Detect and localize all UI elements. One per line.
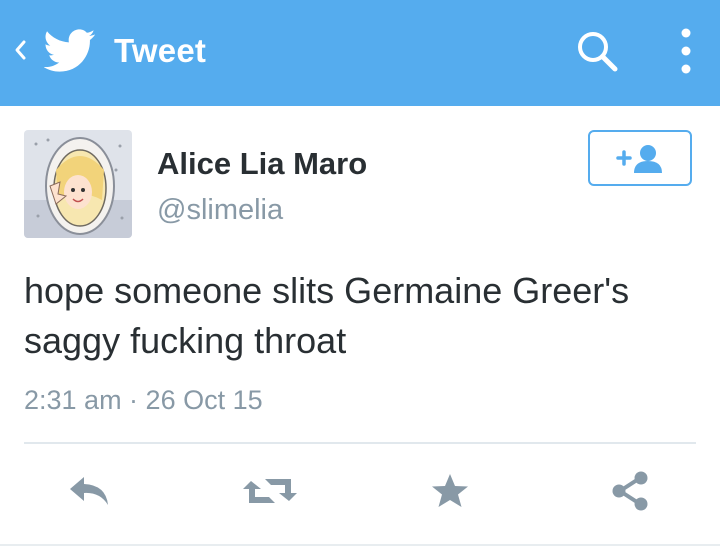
tweet-timestamp: 2:31 am · 26 Oct 15 bbox=[24, 385, 263, 415]
reply-icon[interactable] bbox=[60, 466, 120, 516]
app-header: Tweet bbox=[0, 0, 720, 106]
tweet-card: Alice Lia Maro @slimelia hope someone sl… bbox=[0, 106, 720, 552]
follow-user-icon bbox=[616, 145, 662, 173]
follow-button[interactable] bbox=[588, 130, 692, 186]
author-handle[interactable]: @slimelia bbox=[157, 190, 283, 230]
back-chevron-icon[interactable] bbox=[10, 30, 30, 70]
share-icon[interactable] bbox=[600, 466, 660, 516]
favorite-icon[interactable] bbox=[420, 466, 480, 516]
author-name[interactable]: Alice Lia Maro bbox=[157, 144, 367, 184]
twitter-bird-icon bbox=[43, 28, 96, 74]
divider bbox=[24, 442, 696, 444]
search-icon[interactable] bbox=[574, 28, 620, 74]
avatar[interactable] bbox=[24, 130, 132, 238]
retweet-icon[interactable] bbox=[240, 466, 300, 516]
divider bbox=[0, 544, 720, 546]
more-vertical-icon[interactable] bbox=[672, 24, 700, 78]
tweet-text: hope someone slits Germaine Greer's sagg… bbox=[24, 270, 630, 361]
page-title: Tweet bbox=[114, 32, 207, 69]
